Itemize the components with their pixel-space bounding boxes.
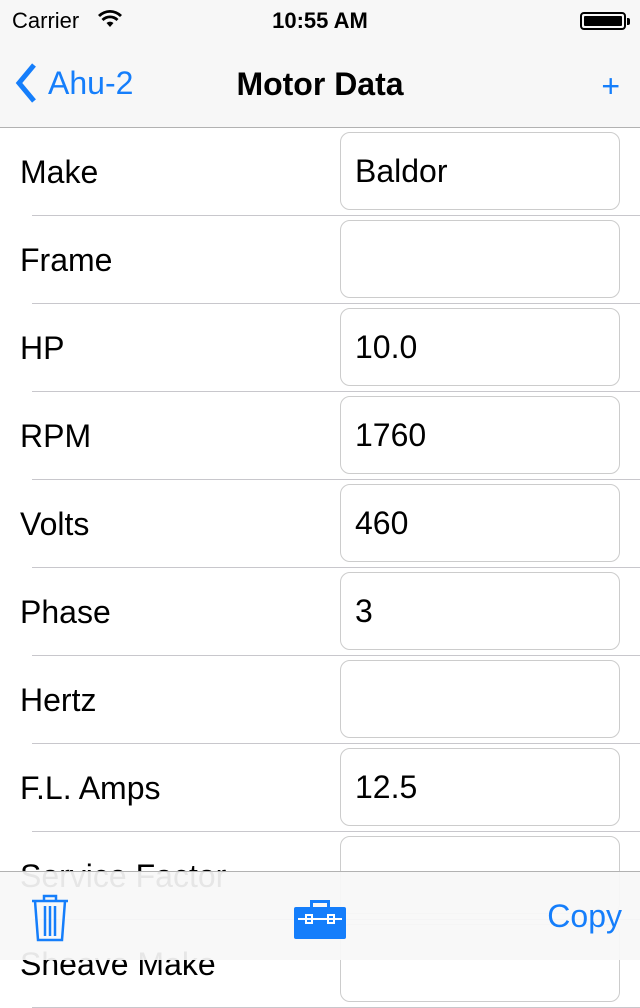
value-input[interactable]: Baldor — [340, 132, 620, 210]
page-title: Motor Data — [236, 66, 404, 102]
bottom-toolbar: Copy — [0, 871, 640, 960]
toolbox-icon[interactable] — [294, 897, 346, 939]
field-label: Hertz — [20, 682, 97, 718]
list-item: Make Baldor — [0, 128, 640, 216]
list-item: Volts 460 — [0, 480, 640, 568]
field-label: RPM — [20, 418, 92, 454]
field-label: Phase — [20, 594, 111, 630]
list-item: Hertz — [0, 656, 640, 744]
list-item: F.L. Amps 12.5 — [0, 744, 640, 832]
battery-icon — [580, 12, 630, 30]
field-label: Make — [20, 154, 99, 190]
value-input[interactable]: 12.5 — [340, 748, 620, 826]
list-item: Frame — [0, 216, 640, 304]
value-input[interactable]: 1760 — [340, 396, 620, 474]
list-item: HP 10.0 — [0, 304, 640, 392]
copy-button[interactable]: Copy — [547, 898, 622, 935]
value-input[interactable]: 10.0 — [340, 308, 620, 386]
clock: 10:55 AM — [272, 8, 368, 33]
field-label: F.L. Amps — [20, 770, 161, 806]
trash-icon[interactable] — [30, 894, 70, 942]
value-input[interactable] — [340, 220, 620, 298]
navigation-bar: Ahu-2 Motor Data + — [0, 40, 640, 128]
list-item: Phase 3 — [0, 568, 640, 656]
field-label: Frame — [20, 242, 113, 278]
value-input[interactable]: 3 — [340, 572, 620, 650]
value-input[interactable] — [340, 660, 620, 738]
field-label: Volts — [20, 506, 90, 542]
status-bar: Carrier 10:55 AM — [0, 0, 640, 40]
value-input[interactable]: 460 — [340, 484, 620, 562]
add-button[interactable]: + — [601, 68, 620, 105]
field-label: HP — [20, 330, 65, 366]
list-item: RPM 1760 — [0, 392, 640, 480]
